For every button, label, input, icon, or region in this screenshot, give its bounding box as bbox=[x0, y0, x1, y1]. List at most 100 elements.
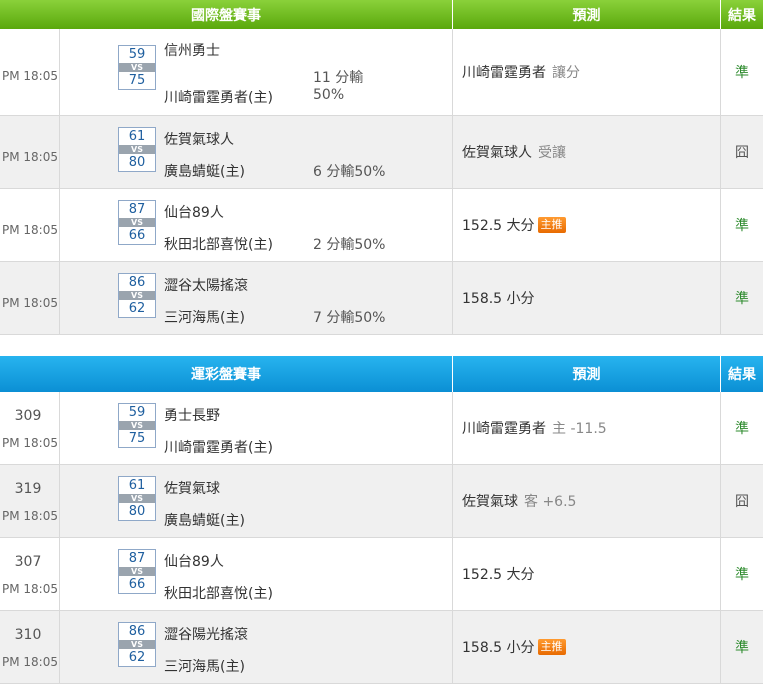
teams-cell: 61 VS 80 佐賀氣球人 廣島蜻蜓(主) 6 分輸50% bbox=[60, 116, 453, 188]
home-team[interactable]: 三河海馬(主) bbox=[164, 656, 245, 676]
result-cell: 囧 bbox=[735, 494, 749, 510]
game-number: 319 bbox=[14, 481, 42, 497]
handicap-note: 11 分輸 bbox=[313, 70, 364, 86]
score-box: 87 VS 66 bbox=[118, 549, 156, 594]
header-game: 運彩盤賽事 bbox=[0, 356, 453, 392]
game-number: 307 bbox=[14, 554, 42, 570]
away-score: 59 bbox=[128, 47, 146, 62]
table-row: 319 PM 18:05 61 VS 80 佐賀氣球 廣島蜻蜓(主) 佐賀氣球 … bbox=[0, 465, 763, 538]
prediction-text: 佐賀氣球 bbox=[462, 494, 518, 510]
table-row: PM 18:05 59 VS 75 信州勇士 川崎雷霆勇者(主) 11 分輸 5… bbox=[0, 29, 763, 116]
teams-cell: 59 VS 75 信州勇士 川崎雷霆勇者(主) 11 分輸 50% bbox=[60, 29, 453, 115]
time-cell: PM 18:05 bbox=[0, 116, 60, 188]
home-team[interactable]: 秋田北部喜悅(主) bbox=[164, 234, 273, 254]
header-prediction: 預測 bbox=[453, 0, 721, 29]
vs-label: VS bbox=[119, 145, 155, 154]
prediction-cell: 川崎雷霆勇者 讓分 bbox=[453, 29, 721, 115]
home-score: 75 bbox=[128, 431, 146, 446]
away-team[interactable]: 仙台89人 bbox=[164, 202, 224, 222]
featured-badge: 主推 bbox=[537, 217, 566, 233]
handicap-note: 2 分輸50% bbox=[313, 237, 386, 253]
away-team[interactable]: 澀谷陽光搖滾 bbox=[164, 624, 248, 644]
teams-cell: 59 VS 75 勇士長野 川崎雷霆勇者(主) bbox=[60, 392, 453, 464]
prediction-cell: 佐賀氣球 客 +6.5 bbox=[453, 465, 721, 537]
home-team[interactable]: 三河海馬(主) bbox=[164, 307, 245, 327]
result-cell: 準 bbox=[735, 640, 749, 656]
away-team[interactable]: 仙台89人 bbox=[164, 551, 224, 571]
away-team[interactable]: 勇士長野 bbox=[164, 405, 220, 425]
sports-lottery-section: 運彩盤賽事 預測 結果 309 PM 18:05 59 VS 75 勇士長野 川… bbox=[0, 356, 763, 684]
vs-label: VS bbox=[119, 218, 155, 227]
home-team[interactable]: 川崎雷霆勇者(主) bbox=[164, 437, 273, 457]
vs-label: VS bbox=[119, 567, 155, 576]
header-game: 國際盤賽事 bbox=[0, 0, 453, 29]
handicap-note: 7 分輸50% bbox=[313, 310, 386, 326]
game-number: 309 bbox=[14, 408, 42, 424]
prediction-text: 川崎雷霆勇者 bbox=[462, 421, 546, 437]
prediction-sub: 客 +6.5 bbox=[524, 494, 577, 510]
away-score: 61 bbox=[128, 478, 146, 493]
home-score: 80 bbox=[128, 504, 146, 519]
table-row: 310 PM 18:05 86 VS 62 澀谷陽光搖滾 三河海馬(主) 158… bbox=[0, 611, 763, 684]
featured-badge: 主推 bbox=[537, 639, 566, 655]
home-score: 80 bbox=[128, 155, 146, 170]
home-score: 66 bbox=[128, 577, 146, 592]
time-cell: 307 PM 18:05 bbox=[0, 538, 60, 610]
prediction-text: 158.5 小分 bbox=[462, 291, 535, 307]
intl-odds-header: 國際盤賽事 預測 結果 bbox=[0, 0, 763, 29]
time-cell: PM 18:05 bbox=[0, 189, 60, 261]
teams-cell: 86 VS 62 澀谷太陽搖滾 三河海馬(主) 7 分輸50% bbox=[60, 262, 453, 334]
away-score: 86 bbox=[128, 624, 146, 639]
home-team[interactable]: 廣島蜻蜓(主) bbox=[164, 161, 245, 181]
prediction-sub: 受讓 bbox=[538, 145, 566, 161]
header-result: 結果 bbox=[728, 367, 756, 383]
result-cell: 準 bbox=[735, 567, 749, 583]
prediction-cell: 158.5 小分 bbox=[453, 262, 721, 334]
score-box: 61 VS 80 bbox=[118, 127, 156, 172]
prediction-sub: 讓分 bbox=[552, 65, 580, 81]
header-result: 結果 bbox=[728, 7, 756, 24]
result-cell: 準 bbox=[735, 291, 749, 307]
result-cell: 準 bbox=[735, 218, 749, 234]
home-score: 66 bbox=[128, 228, 146, 243]
prediction-cell: 152.5 大分 主推 bbox=[453, 189, 721, 261]
away-team[interactable]: 佐賀氣球人 bbox=[164, 129, 234, 149]
prediction-text: 152.5 大分 bbox=[462, 218, 535, 234]
home-score: 62 bbox=[128, 650, 146, 665]
sports-lottery-header: 運彩盤賽事 預測 結果 bbox=[0, 356, 763, 392]
away-score: 87 bbox=[128, 202, 146, 217]
prediction-sub: 主 -11.5 bbox=[552, 421, 607, 437]
prediction-cell: 152.5 大分 bbox=[453, 538, 721, 610]
score-box: 59 VS 75 bbox=[118, 403, 156, 448]
vs-label: VS bbox=[119, 291, 155, 300]
prediction-cell: 158.5 小分 主推 bbox=[453, 611, 721, 683]
away-team[interactable]: 澀谷太陽搖滾 bbox=[164, 275, 248, 295]
header-prediction: 預測 bbox=[453, 356, 721, 392]
away-score: 86 bbox=[128, 275, 146, 290]
home-team[interactable]: 川崎雷霆勇者(主) bbox=[164, 87, 273, 107]
game-time: PM 18:05 bbox=[2, 436, 58, 450]
prediction-text: 川崎雷霆勇者 bbox=[462, 65, 546, 81]
table-row: 309 PM 18:05 59 VS 75 勇士長野 川崎雷霆勇者(主) 川崎雷… bbox=[0, 392, 763, 465]
away-score: 61 bbox=[128, 129, 146, 144]
prediction-text: 152.5 大分 bbox=[462, 567, 535, 583]
handicap-note: 6 分輸50% bbox=[313, 164, 386, 180]
table-row: PM 18:05 61 VS 80 佐賀氣球人 廣島蜻蜓(主) 6 分輸50% … bbox=[0, 116, 763, 189]
vs-label: VS bbox=[119, 63, 155, 72]
vs-label: VS bbox=[119, 640, 155, 649]
teams-cell: 86 VS 62 澀谷陽光搖滾 三河海馬(主) bbox=[60, 611, 453, 683]
away-team[interactable]: 信州勇士 bbox=[164, 40, 220, 60]
result-cell: 囧 bbox=[735, 145, 749, 161]
away-score: 87 bbox=[128, 551, 146, 566]
away-team[interactable]: 佐賀氣球 bbox=[164, 478, 220, 498]
vs-label: VS bbox=[119, 421, 155, 430]
game-time: PM 18:05 bbox=[2, 223, 58, 237]
prediction-cell: 佐賀氣球人 受讓 bbox=[453, 116, 721, 188]
result-cell: 準 bbox=[735, 65, 749, 81]
home-team[interactable]: 廣島蜻蜓(主) bbox=[164, 510, 245, 530]
time-cell: 309 PM 18:05 bbox=[0, 392, 60, 464]
result-cell: 準 bbox=[735, 421, 749, 437]
home-team[interactable]: 秋田北部喜悅(主) bbox=[164, 583, 273, 603]
game-time: PM 18:05 bbox=[2, 150, 58, 164]
